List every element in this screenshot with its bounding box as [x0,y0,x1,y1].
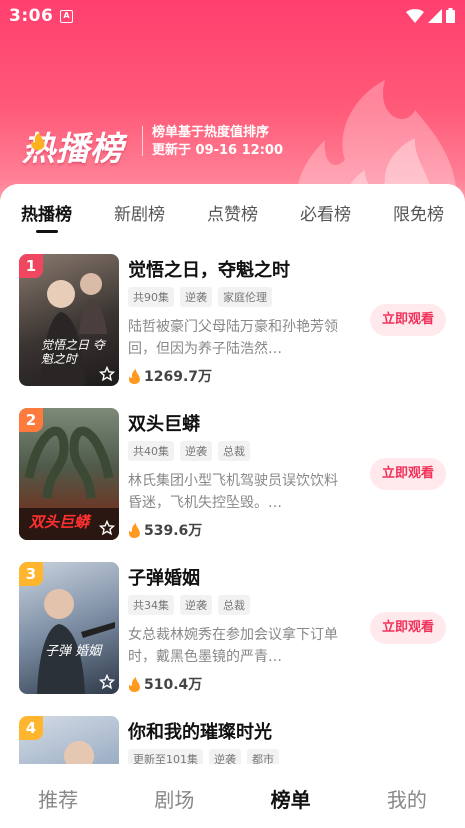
tab-must-watch[interactable]: 必看榜 [279,184,372,240]
tab-new[interactable]: 新剧榜 [93,184,186,240]
tag-genre: 逆袭 [180,595,212,615]
banner-subtitle-sort: 榜单基于热度值排序 [152,125,270,140]
list-item[interactable]: 子弹 婚姻 3 子弹婚姻 共34集 逆袭 总裁 女总裁林婉秀在参加会议拿下订单时… [0,562,465,694]
cover-title-text: 觉悟之日 夺魁之时 [41,338,105,366]
drama-title[interactable]: 双头巨蟒 [128,410,200,436]
ranking-panel: 热播榜 新剧榜 点赞榜 必看榜 限免榜 觉悟之日 夺魁之时 1 觉悟之日，夺魁之… [0,184,465,828]
drama-description: 陆哲被豪门父母陆万豪和孙艳芳领回，但因为养子陆浩然… [128,319,338,357]
drama-title[interactable]: 你和我的璀璨时光 [128,718,272,744]
drama-title[interactable]: 子弹婚姻 [128,564,200,590]
app-notification-icon: A [60,10,73,23]
tab-label: 热播榜 [21,205,72,225]
heat-number: 510.4万 [144,677,203,693]
drama-description: 女总裁林婉秀在参加会议拿下订单时，戴黑色墨镜的严青… [128,627,338,665]
wifi-icon [406,8,424,23]
tab-free[interactable]: 限免榜 [372,184,465,240]
cover-image[interactable]: 双头巨蟒 2 [19,408,119,540]
banner-info: 榜单基于热度值排序 更新于 09-16 12:00 [152,124,283,160]
cover-title-text: 双头巨蟒 [29,513,90,531]
watch-now-button[interactable]: 立即观看 [370,458,446,490]
tag-episodes: 共34集 [128,595,174,615]
flame-icon [128,368,140,384]
nav-recommend[interactable]: 推荐 [0,764,116,828]
flame-icon [128,676,140,692]
ranking-tabs: 热播榜 新剧榜 点赞榜 必看榜 限免榜 [0,184,465,240]
cover-image[interactable]: 觉悟之日 夺魁之时 1 [19,254,119,386]
star-icon[interactable] [99,674,115,690]
tab-active-indicator [35,230,58,233]
tag-list: 共40集 逆袭 总裁 [128,441,250,461]
star-icon[interactable] [99,520,115,536]
tab-label: 限免榜 [393,205,444,225]
tab-hot[interactable]: 热播榜 [0,184,93,240]
tag-episodes: 共90集 [128,287,174,307]
drama-description: 林氏集团小型飞机驾驶员误饮饮料昏迷，飞机失控坠毁。… [128,473,338,511]
tag-genre: 总裁 [218,595,250,615]
rank-badge: 3 [19,562,43,586]
star-icon[interactable] [99,366,115,382]
rank-badge: 1 [19,254,43,278]
list-item[interactable]: 双头巨蟒 2 双头巨蟒 共40集 逆袭 总裁 林氏集团小型飞机驾驶员误饮饮料昏迷… [0,408,465,540]
watch-now-button[interactable]: 立即观看 [370,304,446,336]
rank-badge: 2 [19,408,43,432]
signal-icon [428,8,442,23]
nav-ranking[interactable]: 榜单 [233,764,349,828]
heat-number: 539.6万 [144,523,203,539]
bottom-navigation: 推荐 剧场 榜单 我的 [0,764,465,828]
tag-genre: 逆袭 [180,441,212,461]
heat-number: 1269.7万 [144,369,213,385]
rank-badge: 4 [19,716,43,740]
banner-divider [142,126,143,156]
nav-mine[interactable]: 我的 [349,764,465,828]
tag-genre: 家庭伦理 [218,287,272,307]
tag-list: 共90集 逆袭 家庭伦理 [128,287,272,307]
cover-title-text: 子弹 婚姻 [45,644,102,659]
heat-value: 1269.7万 [128,366,212,386]
flame-icon [128,522,140,538]
nav-theater[interactable]: 剧场 [116,764,232,828]
list-item[interactable]: 觉悟之日 夺魁之时 1 觉悟之日，夺魁之时 共90集 逆袭 家庭伦理 陆哲被豪门… [0,254,465,386]
banner-subtitle-updated: 更新于 09-16 12:00 [152,143,284,158]
status-bar: 3:06 A [0,0,465,32]
heat-value: 539.6万 [128,520,202,540]
cover-image[interactable]: 子弹 婚姻 3 [19,562,119,694]
status-time: 3:06 [9,6,54,26]
drama-title[interactable]: 觉悟之日，夺魁之时 [128,256,290,282]
tag-genre: 总裁 [218,441,250,461]
battery-icon [446,8,455,23]
flame-badge-icon [31,132,45,150]
tab-likes[interactable]: 点赞榜 [186,184,279,240]
tab-label: 新剧榜 [114,205,165,225]
tag-list: 共34集 逆袭 总裁 [128,595,250,615]
watch-now-button[interactable]: 立即观看 [370,612,446,644]
heat-value: 510.4万 [128,674,202,694]
tab-label: 必看榜 [300,205,351,225]
tag-episodes: 共40集 [128,441,174,461]
tab-label: 点赞榜 [207,205,258,225]
tag-genre: 逆袭 [180,287,212,307]
